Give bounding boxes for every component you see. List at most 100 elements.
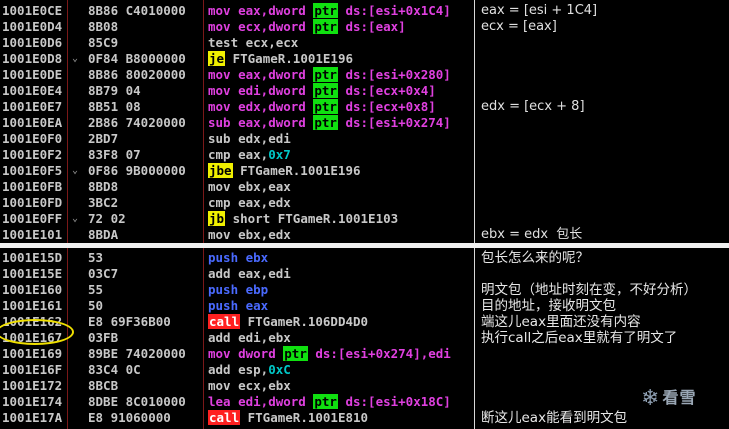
disassembly-pane-top[interactable]: 1001E0CE 8B86 C4010000 mov eax,dword ptr d…: [0, 0, 729, 244]
address-cell: 1001E0F5: [2, 163, 63, 178]
table-row[interactable]: 1001E0FD 3BC2 cmp eax,edx: [0, 195, 729, 211]
instruction-cell: cmp eax,edx: [208, 195, 291, 211]
instruction-token: ds:[eax]: [337, 19, 406, 34]
instruction-cell: add esp,0xC: [208, 362, 291, 378]
table-row[interactable]: 1001E0D8 ⌄ 0F84 B8000000 je FTGameR.1001E19…: [0, 51, 729, 67]
instruction-cell: jbe FTGameR.1001E196: [208, 163, 361, 179]
instruction-token: mov eax,dword: [208, 3, 314, 18]
table-row[interactable]: 1001E101 8BDA mov ebx,edx ebx = edx 包长: [0, 227, 729, 243]
hex-bytes-cell: 85C9: [88, 35, 119, 50]
instruction-token: mov edx,dword: [208, 99, 314, 114]
table-row[interactable]: 1001E16F 83C4 0C add esp,0xC: [0, 362, 729, 378]
instruction-token: ptr: [313, 99, 338, 114]
instruction-cell: call FTGameR.1001E810: [208, 410, 368, 426]
hex-bytes-cell: 55: [88, 282, 104, 297]
instruction-token: FTGameR.1001E810: [240, 410, 369, 425]
address-cell: 1001E0E4: [2, 83, 63, 98]
hex-bytes-cell: 2BD7: [88, 131, 119, 146]
instruction-token: 0x7: [268, 147, 291, 162]
hex-bytes-cell: 03C7: [88, 266, 119, 281]
hex-bytes-cell: 50: [88, 298, 104, 313]
instruction-token: cmp eax,edx: [208, 195, 291, 210]
instruction-cell: push eax: [208, 298, 268, 314]
instruction-token: ptr: [313, 115, 338, 130]
instruction-token: 0xC: [268, 362, 291, 377]
instruction-token: ptr: [313, 3, 338, 18]
hex-bytes-cell: 8B08: [88, 19, 119, 34]
annotation-note: 包长怎么来的呢？: [481, 250, 589, 266]
table-row[interactable]: 1001E0EA 2B86 74020000 sub eax,dword ptr d…: [0, 115, 729, 131]
annotation-note: 断这儿eax能看到明文包: [481, 410, 628, 426]
address-cell: 1001E161: [2, 298, 63, 313]
table-row[interactable]: 1001E174 8DBE 8C010000 lea edi,dword ptr d…: [0, 394, 729, 410]
instruction-token: push eax: [208, 298, 269, 313]
instruction-token: mov dword: [208, 346, 284, 361]
instruction-token: ds:[esi+0x274]: [337, 115, 451, 130]
table-row[interactable]: 1001E0DE 8B86 80020000 mov eax,dword ptr d…: [0, 67, 729, 83]
instruction-cell: je FTGameR.1001E196: [208, 51, 353, 67]
jump-marker-icon: ⌄: [72, 53, 79, 64]
address-cell: 1001E0F2: [2, 147, 63, 162]
instruction-cell: sub edx,edi: [208, 131, 291, 147]
table-row[interactable]: 1001E0F0 2BD7 sub edx,edi: [0, 131, 729, 147]
instruction-token: ptr: [313, 19, 338, 34]
address-cell: 1001E0D4: [2, 19, 63, 34]
address-cell: 1001E101: [2, 227, 63, 242]
table-row[interactable]: 1001E0F5 ⌄ 0F86 9B000000 jbe FTGameR.1001E1…: [0, 163, 729, 179]
hex-bytes-cell: 8BDA: [88, 227, 119, 242]
instruction-token: ptr: [313, 83, 338, 98]
instruction-cell: cmp eax,0x7: [208, 147, 291, 163]
table-row[interactable]: 1001E0E7 8B51 08 mov edx,dword ptr ds:[ecx…: [0, 99, 729, 115]
hex-bytes-cell: 3BC2: [88, 195, 119, 210]
instruction-cell: call FTGameR.106DD4D0: [208, 314, 368, 330]
table-row[interactable]: 1001E0CE 8B86 C4010000 mov eax,dword ptr d…: [0, 3, 729, 19]
hex-bytes-cell: E8 69F36B00: [88, 314, 171, 329]
instruction-cell: mov ecx,ebx: [208, 378, 291, 394]
address-cell: 1001E0EA: [2, 115, 63, 130]
hex-bytes-cell: 89BE 74020000: [88, 346, 186, 361]
instruction-cell: push ebx: [208, 250, 268, 266]
hex-bytes-cell: 8BD8: [88, 179, 119, 194]
table-row[interactable]: 1001E172 8BCB mov ecx,ebx: [0, 378, 729, 394]
hex-bytes-cell: 72 02: [88, 211, 126, 226]
instruction-token: push ebx: [208, 250, 269, 265]
hex-bytes-cell: 8B79 04: [88, 83, 141, 98]
instruction-token: mov ecx,dword: [208, 19, 314, 34]
table-row[interactable]: 1001E0FB 8BD8 mov ebx,eax: [0, 179, 729, 195]
address-cell: 1001E0E7: [2, 99, 63, 114]
instruction-token: je: [208, 51, 226, 66]
instruction-cell: mov ebx,eax: [208, 179, 291, 195]
instruction-token: sub eax,dword: [208, 115, 314, 130]
table-row[interactable]: 1001E0FF ⌄ 72 02 jb short FTGameR.1001E103: [0, 211, 729, 227]
hex-bytes-cell: 0F84 B8000000: [88, 51, 186, 66]
instruction-token: ptr: [283, 346, 308, 361]
instruction-token: jb: [208, 211, 226, 226]
table-row[interactable]: 1001E0D4 8B08 mov ecx,dword ptr ds:[eax] ec…: [0, 19, 729, 35]
hex-bytes-cell: 83C4 0C: [88, 362, 141, 377]
address-cell: 1001E0FD: [2, 195, 63, 210]
instruction-token: add eax,edi: [208, 266, 291, 281]
table-row[interactable]: 1001E169 89BE 74020000 mov dword ptr ds:[e…: [0, 346, 729, 362]
hex-bytes-cell: 83F8 07: [88, 147, 141, 162]
address-cell: 1001E169: [2, 346, 63, 361]
instruction-token: FTGameR.1001E196: [225, 51, 353, 66]
instruction-token: call: [208, 410, 241, 425]
table-row[interactable]: 1001E0F2 83F8 07 cmp eax,0x7: [0, 147, 729, 163]
instruction-token: ds:[esi+0x18C]: [337, 394, 451, 409]
address-cell: 1001E0DE: [2, 67, 63, 82]
instruction-cell: add edi,ebx: [208, 330, 291, 346]
instruction-cell: sub eax,dword ptr ds:[esi+0x274]: [208, 115, 451, 131]
table-row[interactable]: 1001E0E4 8B79 04 mov edi,dword ptr ds:[ecx…: [0, 83, 729, 99]
disassembly-pane-bottom[interactable]: 1001E15D 53 push ebx 1001E15E 03C7 add eax,ed…: [0, 248, 729, 429]
instruction-cell: mov edi,dword ptr ds:[ecx+0x4]: [208, 83, 436, 99]
table-row[interactable]: 1001E161 50 push eax: [0, 298, 729, 314]
table-row[interactable]: 1001E15E 03C7 add eax,edi: [0, 266, 729, 282]
watermark-text: 看雪: [662, 388, 697, 407]
instruction-token: mov edi,dword: [208, 83, 314, 98]
instruction-token: jbe: [208, 163, 233, 178]
address-cell: 1001E0CE: [2, 3, 63, 18]
table-row[interactable]: 1001E0D6 85C9 test ecx,ecx: [0, 35, 729, 51]
instruction-token: FTGameR.106DD4D0: [240, 314, 369, 329]
table-row[interactable]: 1001E15D 53 push ebx: [0, 250, 729, 266]
instruction-cell: push ebp: [208, 282, 268, 298]
